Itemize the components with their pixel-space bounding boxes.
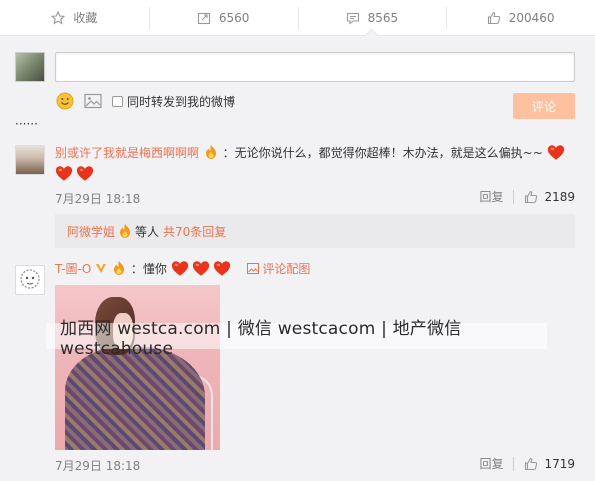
like-button[interactable]: 200460 xyxy=(446,0,595,35)
reply-button[interactable]: 回复 xyxy=(479,457,515,471)
avatar[interactable] xyxy=(15,265,45,295)
like-count: 200460 xyxy=(508,10,555,25)
sync-repost-checkbox[interactable] xyxy=(112,95,123,107)
comment-area: 同时转发到我的微博 评论 ······ 别或许了我就是梅西啊啊啊 ：无论你说什么… xyxy=(0,36,595,481)
thumbs-up-icon xyxy=(525,457,538,471)
comment-like-button[interactable]: 1719 xyxy=(524,457,575,471)
avatar[interactable] xyxy=(15,145,45,175)
heart-emoji-icon xyxy=(192,261,209,276)
current-user-avatar xyxy=(15,52,45,82)
favorite-label: 收藏 xyxy=(73,11,98,25)
image-icon[interactable] xyxy=(84,93,102,109)
watermark-overlay: 加西网 westca.com | 微信 westcacom | 地产微信 wes… xyxy=(46,319,547,359)
repost-count: 6560 xyxy=(218,10,250,25)
heart-emoji-icon xyxy=(213,261,230,276)
comment-username[interactable]: T-圖-O xyxy=(55,262,91,276)
comment-text: ：懂你 xyxy=(130,262,167,276)
repost-icon xyxy=(197,12,210,24)
comment-username[interactable]: 别或许了我就是梅西啊啊啊 xyxy=(55,146,199,160)
action-bar: 收藏 6560 8565 200460 xyxy=(0,0,595,36)
favorite-button[interactable]: 收藏 xyxy=(0,0,149,35)
comment-photo[interactable] xyxy=(55,285,220,450)
heart-emoji-icon xyxy=(76,166,94,181)
thumbs-up-icon xyxy=(525,190,538,204)
heart-emoji-icon xyxy=(171,261,188,276)
more-replies-link[interactable]: 共70条回复 xyxy=(163,223,226,240)
heart-emoji-icon xyxy=(55,166,73,181)
sub-reply-middle: 等人 xyxy=(135,224,160,239)
cutoff-previous-row: ······ xyxy=(15,122,38,130)
sub-reply-user[interactable]: 阿微学姐 xyxy=(67,223,115,240)
reply-button[interactable]: 回复 xyxy=(479,190,515,204)
fire-badge-icon xyxy=(120,224,131,238)
composer-tools: 同时转发到我的微博 xyxy=(56,92,235,110)
emoji-icon[interactable] xyxy=(56,92,74,110)
sub-replies-summary[interactable]: 阿微学姐 等人 共70条回复 xyxy=(55,214,575,248)
fire-badge-icon xyxy=(114,261,124,275)
repost-button[interactable]: 6560 xyxy=(148,0,298,35)
fire-badge-icon xyxy=(205,145,216,159)
comment-count: 8565 xyxy=(367,10,399,25)
avatar-illustration-icon xyxy=(20,269,40,289)
comment-like-button[interactable]: 2189 xyxy=(524,190,575,204)
comment-icon xyxy=(346,12,359,25)
image-comment-link[interactable]: 评论配图 xyxy=(246,262,311,276)
v-badge-icon xyxy=(96,264,107,273)
comment-body: T-圖-O ：懂你 评论配图 xyxy=(55,259,310,280)
comment-input[interactable] xyxy=(55,52,575,82)
comment-actions: 回复 2189 xyxy=(479,190,575,204)
star-icon xyxy=(51,10,66,25)
comment-like-count: 1719 xyxy=(544,457,575,471)
image-icon xyxy=(246,263,259,274)
comment-time: 7月29日 18:18 xyxy=(55,192,141,206)
image-comment-label: 评论配图 xyxy=(262,262,311,276)
sync-repost-label: 同时转发到我的微博 xyxy=(127,94,236,109)
thumbs-up-icon xyxy=(487,11,500,24)
comment-actions: 回复 1719 xyxy=(479,457,575,471)
submit-comment-button[interactable]: 评论 xyxy=(513,93,575,119)
comment-text: ：无论你说什么，都觉得你超棒！木办法，就是这么偏执~~ xyxy=(222,146,543,160)
heart-emoji-icon xyxy=(547,145,564,160)
comment-button[interactable]: 8565 xyxy=(297,0,447,35)
comment-like-count: 2189 xyxy=(544,190,575,204)
comment-body: 别或许了我就是梅西啊啊啊 ：无论你说什么，都觉得你超棒！木办法，就是这么偏执~~ xyxy=(55,143,575,185)
comment-time: 7月29日 18:18 xyxy=(55,459,141,473)
